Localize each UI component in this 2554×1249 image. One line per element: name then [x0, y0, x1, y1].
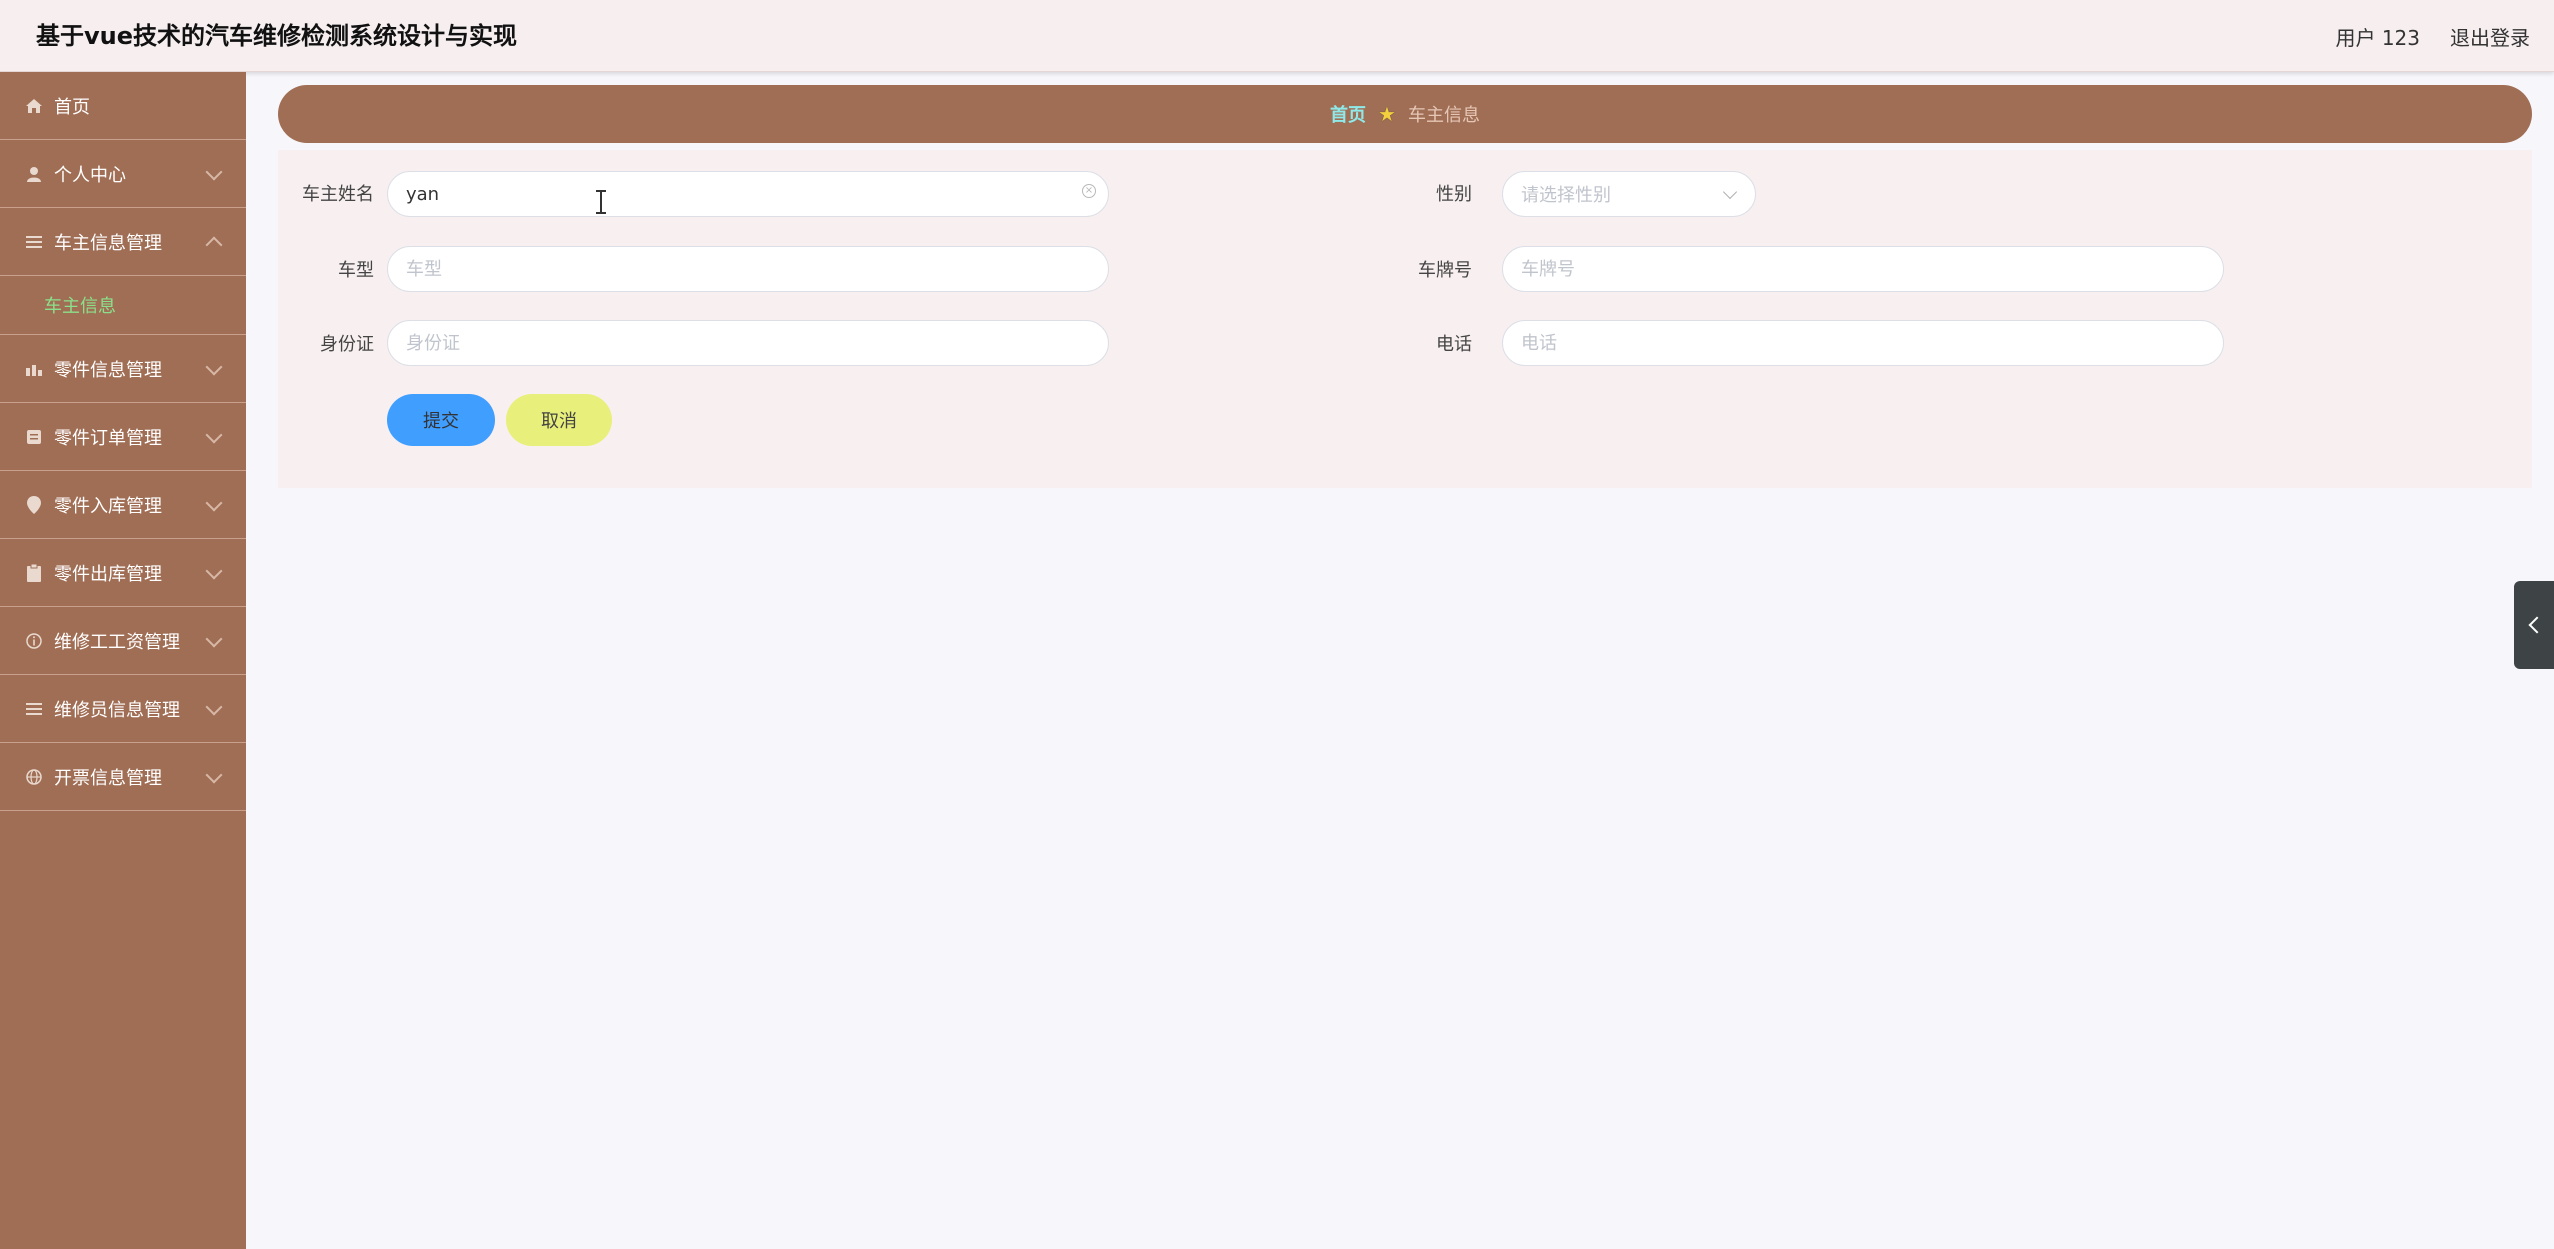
- globe-icon: [24, 767, 44, 787]
- sidebar-item-invoice[interactable]: 开票信息管理: [0, 743, 246, 811]
- plate-input[interactable]: [1502, 246, 2224, 292]
- sidebar-item-owner-management[interactable]: 车主信息管理: [0, 208, 246, 276]
- gender-select-placeholder: 请选择性别: [1521, 185, 1611, 206]
- owner-name-input[interactable]: [387, 171, 1109, 217]
- breadcrumb-home-link[interactable]: 首页: [1330, 101, 1366, 127]
- sidebar-item-label: 车主信息管理: [54, 232, 162, 254]
- id-card-label: 身份证: [320, 334, 374, 355]
- home-icon: [24, 96, 44, 116]
- side-panel-toggle[interactable]: [2514, 581, 2554, 669]
- phone-input[interactable]: [1502, 320, 2224, 366]
- sidebar-item-label: 零件出库管理: [54, 563, 162, 585]
- chevron-left-icon: [2528, 616, 2546, 634]
- app-title: 基于vue技术的汽车维修检测系统设计与实现: [36, 22, 518, 50]
- chevron-down-icon: [205, 358, 223, 375]
- breadcrumb-current: 车主信息: [1407, 105, 1480, 126]
- sidebar-item-label: 个人中心: [54, 164, 126, 186]
- sidebar-item-profile[interactable]: 个人中心: [0, 140, 246, 208]
- car-model-label: 车型: [338, 260, 374, 281]
- menu-icon: [24, 232, 44, 252]
- sidebar-subitem-owner-info[interactable]: 车主信息: [0, 276, 246, 335]
- chevron-down-icon: [1722, 184, 1738, 200]
- clipboard-icon: [24, 563, 44, 583]
- cancel-button[interactable]: 取消: [506, 394, 612, 446]
- gender-label: 性别: [1436, 184, 1472, 205]
- chevron-down-icon: [205, 163, 223, 180]
- sidebar-subitem-label: 车主信息: [44, 296, 116, 317]
- chevron-down-icon: [205, 630, 223, 647]
- clear-icon[interactable]: ×: [1082, 184, 1096, 198]
- owner-form: 车主姓名 × 性别 请选择性别 车型 车牌号 身份证 电话 提交 取消: [278, 150, 2532, 488]
- plate-label: 车牌号: [1418, 260, 1472, 281]
- header-user-area: 用户 123 退出登录: [2335, 0, 2530, 72]
- chevron-down-icon: [205, 766, 223, 783]
- chevron-down-icon: [205, 494, 223, 511]
- submit-button[interactable]: 提交: [387, 394, 495, 446]
- gender-select[interactable]: 请选择性别: [1502, 171, 1756, 217]
- sidebar-item-label: 维修工工资管理: [54, 631, 180, 653]
- sidebar-item-parts-order[interactable]: 零件订单管理: [0, 403, 246, 471]
- sidebar-item-home[interactable]: 首页: [0, 72, 246, 140]
- order-icon: [24, 427, 44, 447]
- info-icon: [24, 631, 44, 651]
- chevron-down-icon: [205, 698, 223, 715]
- car-model-input[interactable]: [387, 246, 1109, 292]
- sidebar-item-parts-inbound[interactable]: 零件入库管理: [0, 471, 246, 539]
- chevron-down-icon: [205, 562, 223, 579]
- user-icon: [24, 164, 44, 184]
- text-cursor-icon: [596, 190, 606, 214]
- chart-icon: [24, 359, 44, 379]
- sidebar-item-label: 零件信息管理: [54, 359, 162, 381]
- sidebar-item-label: 零件入库管理: [54, 495, 162, 517]
- id-card-input[interactable]: [387, 320, 1109, 366]
- sidebar-item-label: 维修员信息管理: [54, 699, 180, 721]
- chevron-down-icon: [205, 426, 223, 443]
- owner-name-label: 车主姓名: [302, 184, 374, 205]
- sidebar-item-label: 开票信息管理: [54, 767, 162, 789]
- sidebar-item-mechanic-info[interactable]: 维修员信息管理: [0, 675, 246, 743]
- phone-label: 电话: [1436, 334, 1472, 355]
- sidebar: 首页 个人中心 车主信息管理 车主信息 零件信息管理 零件订单管理 零件入库管理…: [0, 72, 246, 1249]
- sidebar-item-parts-info[interactable]: 零件信息管理: [0, 335, 246, 403]
- sidebar-item-label: 零件订单管理: [54, 427, 162, 449]
- sidebar-item-mechanic-salary[interactable]: 维修工工资管理: [0, 607, 246, 675]
- logout-button[interactable]: 退出登录: [2450, 22, 2530, 51]
- top-header: 基于vue技术的汽车维修检测系统设计与实现 用户 123 退出登录: [0, 0, 2554, 72]
- sidebar-item-parts-outbound[interactable]: 零件出库管理: [0, 539, 246, 607]
- list-icon: [24, 699, 44, 719]
- star-icon: ★: [1378, 102, 1396, 126]
- breadcrumb: 首页 ★ 车主信息: [278, 85, 2532, 143]
- sidebar-item-label: 首页: [54, 96, 90, 118]
- user-label: 用户 123: [2335, 25, 2420, 50]
- chevron-up-icon: [205, 236, 223, 253]
- location-icon: [24, 495, 44, 515]
